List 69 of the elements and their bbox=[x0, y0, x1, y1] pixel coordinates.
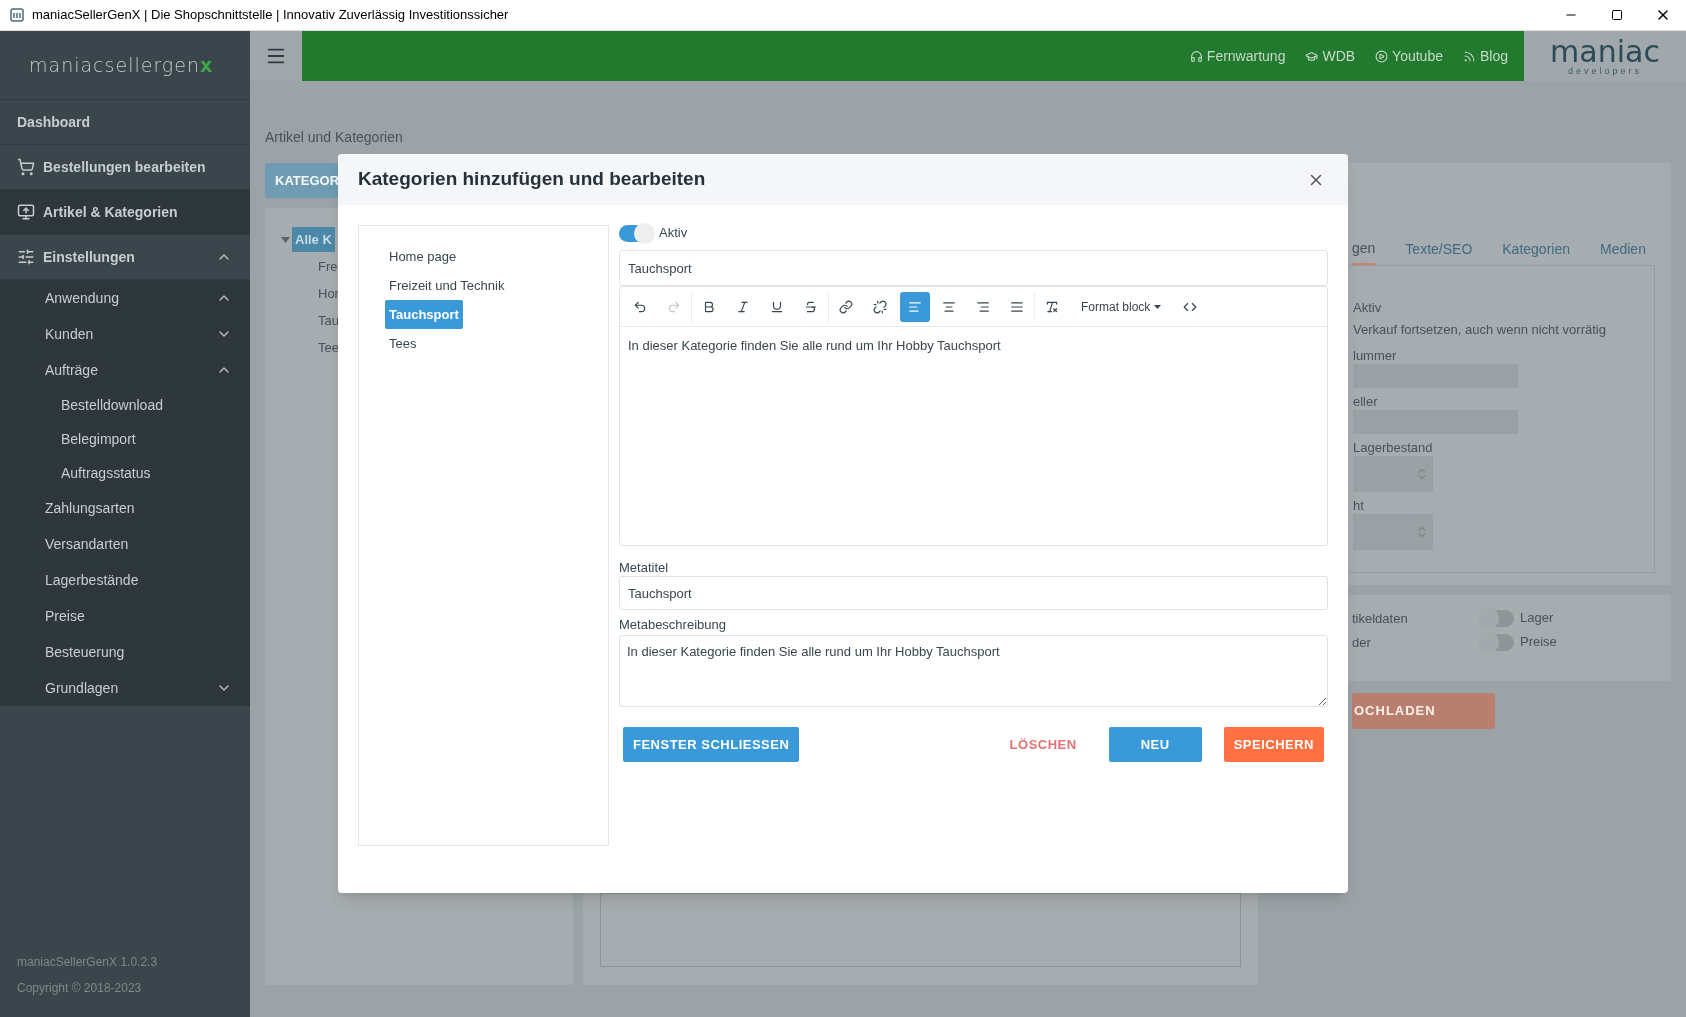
tree-item[interactable]: Tau bbox=[318, 310, 339, 331]
play-icon bbox=[1375, 49, 1389, 63]
graduation-cap-icon bbox=[1305, 49, 1319, 63]
app-logo: maniacsellergenx bbox=[29, 52, 214, 78]
sidebar-item[interactable]: Auftragsstatus bbox=[0, 456, 250, 490]
toggle-label: Aktiv bbox=[659, 224, 688, 243]
sidebar-item[interactable]: Anwendung bbox=[0, 280, 250, 316]
page-title: Artikel und Kategorien bbox=[265, 128, 404, 147]
app-icon bbox=[10, 8, 24, 22]
company-logo: maniac developers bbox=[1524, 31, 1686, 81]
version-text: maniacSellerGenX 1.0.2.3 bbox=[17, 954, 159, 971]
nav-link[interactable]: WDB bbox=[1305, 45, 1356, 67]
cart-icon bbox=[17, 158, 35, 176]
sidebar-item[interactable]: Aufträge bbox=[0, 352, 250, 388]
field-label: Lagerbestand bbox=[1353, 439, 1434, 456]
sidebar-item[interactable]: Bestelldownload bbox=[0, 388, 250, 422]
toggle-switch[interactable] bbox=[1480, 633, 1514, 651]
sidebar-item[interactable]: Belegimport bbox=[0, 422, 250, 456]
action-button[interactable]: NEU bbox=[1108, 727, 1202, 762]
field-label: eller bbox=[1353, 393, 1379, 410]
category-item[interactable]: Home page bbox=[385, 241, 461, 272]
caret-down-icon bbox=[1154, 304, 1162, 309]
action-button[interactable]: FENSTER SCHLIESSEN bbox=[623, 727, 800, 762]
copyright-text: Copyright © 2018-2023 bbox=[17, 980, 143, 997]
format-dropdown[interactable]: Format block bbox=[1071, 290, 1172, 323]
sliders-icon bbox=[17, 248, 35, 266]
option-label: Verkauf fortsetzen, auch wenn nicht vorrätig bbox=[1353, 321, 1607, 339]
tab[interactable]: gen bbox=[1352, 233, 1376, 265]
number-field[interactable] bbox=[1353, 456, 1433, 492]
dialog-title: Kategorien hinzufügen und bearbeiten bbox=[358, 167, 706, 192]
toggle-label: Preise bbox=[1520, 633, 1557, 652]
sidebar-item[interactable]: Preise bbox=[0, 598, 250, 634]
active-toggle[interactable] bbox=[619, 224, 653, 242]
sidebar-item[interactable]: Grundlagen bbox=[0, 670, 250, 706]
field-label: ht bbox=[1353, 497, 1365, 514]
tree-item[interactable]: Fre bbox=[318, 256, 338, 277]
caret-down-icon[interactable] bbox=[281, 236, 290, 243]
editor-text[interactable]: In dieser Kategorie finden Sie alle rund um Ihr Hobby Tauchsport bbox=[620, 327, 1327, 545]
tree-item[interactable]: Tee bbox=[318, 337, 339, 358]
field-label: Metabeschreibung bbox=[619, 616, 727, 633]
name-field[interactable]: Tauchsport bbox=[619, 250, 1328, 286]
meta-description-field[interactable]: In dieser Kategorie finden Sie alle rund um Ihr Hobby Tauchsport bbox=[619, 635, 1328, 707]
toggle-switch[interactable] bbox=[1480, 609, 1514, 627]
maximize-icon bbox=[1611, 9, 1623, 21]
sidebar-item[interactable]: Zahlungsarten bbox=[0, 490, 250, 526]
toggle-label: tikeldaten bbox=[1352, 610, 1409, 627]
nav-link[interactable]: Youtube bbox=[1375, 45, 1443, 67]
sidebar-item[interactable]: Besteuerung bbox=[0, 634, 250, 670]
toggle-label: Lager bbox=[1520, 609, 1554, 628]
category-item[interactable]: Tees bbox=[385, 328, 421, 359]
sidebar-item[interactable]: Kunden bbox=[0, 316, 250, 352]
field-label: Metatitel bbox=[619, 559, 670, 576]
tree-item[interactable]: Hor bbox=[318, 283, 339, 304]
sidebar-item[interactable]: Artikel & Kategorien bbox=[0, 190, 250, 235]
category-item[interactable]: Tauchsport bbox=[385, 299, 463, 330]
headset-icon bbox=[1189, 49, 1203, 63]
field-label: lummer bbox=[1353, 347, 1398, 364]
nav-link[interactable]: Blog bbox=[1462, 45, 1508, 67]
toggle-label: der bbox=[1352, 634, 1372, 651]
meta-title-field[interactable]: Tauchsport bbox=[619, 576, 1328, 610]
window-title: maniacSellerGenX | Die Shopschnittstelle | Innovativ Zuverlässig Investitionssicher bbox=[32, 6, 509, 25]
sidebar-item[interactable]: Lagerbestände bbox=[0, 562, 250, 598]
rss-icon bbox=[1462, 49, 1476, 63]
nav-link[interactable]: Fernwartung bbox=[1189, 45, 1286, 67]
sidebar-item[interactable]: Versandarten bbox=[0, 526, 250, 562]
number-field[interactable] bbox=[1353, 514, 1433, 550]
menu-button[interactable] bbox=[250, 31, 302, 81]
category-item[interactable]: Freizeit und Technik bbox=[385, 270, 509, 301]
option-label: Aktiv bbox=[1353, 299, 1383, 317]
